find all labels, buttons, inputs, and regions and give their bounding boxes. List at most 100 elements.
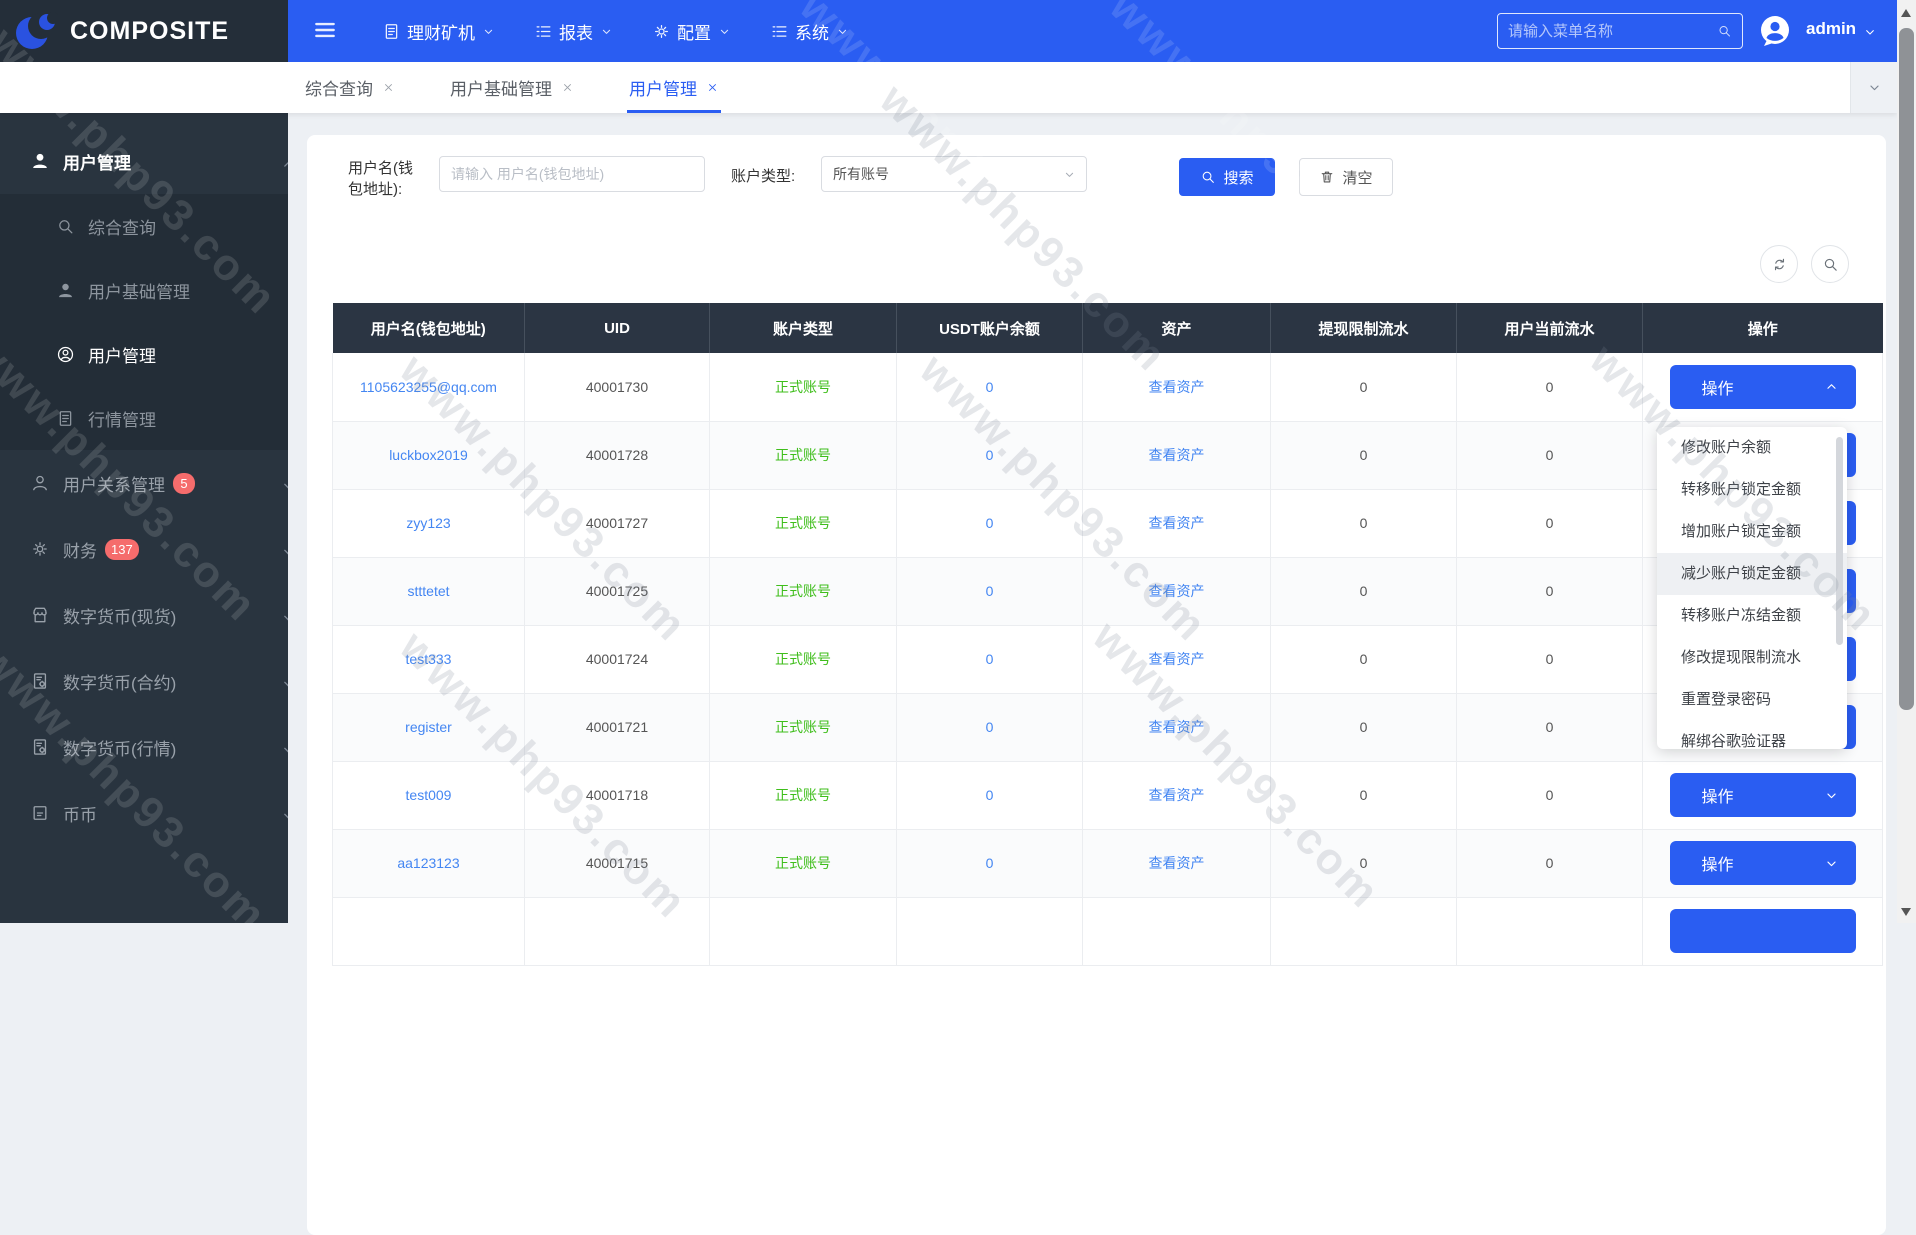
dropdown-item-6[interactable]: 重置登录密码	[1657, 679, 1847, 721]
uid-cell	[525, 897, 710, 965]
scrollbar-up-icon[interactable]	[1901, 9, 1911, 17]
topnav-item-3[interactable]: 系统	[770, 19, 850, 44]
column-header-2: 账户类型	[710, 303, 897, 353]
tab-1[interactable]: 用户基础管理	[450, 62, 574, 113]
search-icon[interactable]	[1717, 22, 1732, 40]
sidebar-subitem-1[interactable]: 用户基础管理	[0, 258, 288, 322]
user-circle-icon	[56, 345, 75, 364]
hamburger-icon[interactable]	[312, 17, 338, 43]
sidebar-item-3[interactable]: 财务 137	[0, 516, 288, 582]
account-type-select[interactable]: 所有账号	[821, 156, 1087, 192]
usdt-balance-link[interactable]: 0	[986, 719, 994, 735]
chevron-down-icon	[279, 806, 288, 826]
row-action-button[interactable]: 操作	[1670, 365, 1856, 409]
username-link[interactable]: register	[405, 719, 452, 735]
sidebar-item-4[interactable]: 数字货币(现货)	[0, 582, 288, 648]
username-link[interactable]: stttetet	[407, 583, 449, 599]
table-row	[333, 897, 1883, 965]
topnav-item-0[interactable]: 理财矿机	[382, 19, 496, 44]
dropdown-item-3[interactable]: 减少账户锁定金额	[1657, 553, 1847, 595]
account-type-cell: 正式账号	[775, 515, 831, 531]
username-link[interactable]: 1105623255@qq.com	[360, 379, 497, 395]
sidebar-subitem-label: 用户基础管理	[88, 278, 190, 303]
scrollbar-down-icon[interactable]	[1901, 908, 1911, 916]
dropdown-item-0[interactable]: 修改账户余额	[1657, 427, 1847, 469]
current-flow-cell: 0	[1457, 829, 1643, 897]
clear-button[interactable]: 清空	[1299, 158, 1393, 196]
usdt-balance-link[interactable]: 0	[986, 855, 994, 871]
close-icon[interactable]	[706, 81, 719, 94]
usdt-balance-link[interactable]: 0	[986, 583, 994, 599]
chevron-down-icon[interactable]	[1862, 24, 1878, 40]
refresh-button[interactable]	[1760, 245, 1798, 283]
menu-search-input[interactable]	[1498, 23, 1717, 40]
row-action-button[interactable]	[1670, 909, 1856, 953]
current-flow-cell: 0	[1457, 557, 1643, 625]
sidebar-subitem-2[interactable]: 用户管理	[0, 322, 288, 386]
table-row: aa123123 40001715 正式账号 0 查看资产 0 0 操作	[333, 829, 1883, 897]
sidebar-item-label: 财务	[63, 537, 97, 562]
username-filter-input[interactable]	[439, 156, 705, 192]
dropdown-item-7[interactable]: 解绑谷歌验证器	[1657, 721, 1847, 749]
close-icon[interactable]	[561, 81, 574, 94]
close-icon[interactable]	[382, 81, 395, 94]
withdraw-limit-cell: 0	[1271, 489, 1457, 557]
search-button[interactable]: 搜索	[1179, 158, 1275, 196]
sidebar-item-6[interactable]: 数字货币(行情)	[0, 714, 288, 780]
sidebar-item-label: 数字货币(现货)	[63, 603, 176, 628]
username-link[interactable]: test009	[406, 787, 452, 803]
view-assets-link[interactable]: 查看资产	[1149, 583, 1205, 599]
user-avatar[interactable]	[1757, 13, 1793, 49]
topnav-item-2[interactable]: 配置	[652, 19, 732, 44]
chevron-down-icon	[279, 674, 288, 694]
view-assets-link[interactable]: 查看资产	[1149, 719, 1205, 735]
sidebar-item-5[interactable]: 数字货币(合约)	[0, 648, 288, 714]
topnav-item-1[interactable]: 报表	[534, 19, 614, 44]
view-assets-link[interactable]: 查看资产	[1149, 379, 1205, 395]
dropdown-item-1[interactable]: 转移账户锁定金额	[1657, 469, 1847, 511]
view-assets-link[interactable]: 查看资产	[1149, 515, 1205, 531]
uid-cell: 40001721	[525, 693, 710, 761]
sidebar: 首页 用户管理 综合查询 用户基础管理 用户管理 行情	[0, 62, 288, 923]
dropdown-item-5[interactable]: 修改提现限制流水	[1657, 637, 1847, 679]
account-type-cell: 正式账号	[775, 583, 831, 599]
row-action-button[interactable]: 操作	[1670, 841, 1856, 885]
tab-overflow-button[interactable]	[1850, 62, 1897, 113]
withdraw-limit-cell: 0	[1271, 829, 1457, 897]
sidebar-item-7[interactable]: 币币	[0, 780, 288, 846]
row-action-button[interactable]: 操作	[1670, 773, 1856, 817]
column-search-button[interactable]	[1811, 245, 1849, 283]
sidebar-item-label: 用户管理	[63, 149, 131, 174]
sidebar-item-1[interactable]: 用户管理	[0, 128, 288, 194]
dropdown-item-2[interactable]: 增加账户锁定金额	[1657, 511, 1847, 553]
sidebar-subitem-0[interactable]: 综合查询	[0, 194, 288, 258]
username-link[interactable]: luckbox2019	[389, 447, 468, 463]
tab-2[interactable]: 用户管理	[629, 62, 719, 113]
chevron-down-icon	[717, 24, 732, 39]
sidebar-item-2[interactable]: 用户关系管理 5	[0, 450, 288, 516]
admin-username[interactable]: admin	[1806, 19, 1856, 39]
view-assets-link[interactable]: 查看资产	[1149, 651, 1205, 667]
tab-0[interactable]: 综合查询	[305, 62, 395, 113]
usdt-balance-link[interactable]: 0	[986, 379, 994, 395]
dropdown-item-4[interactable]: 转移账户冻结金额	[1657, 595, 1847, 637]
view-assets-link[interactable]: 查看资产	[1149, 855, 1205, 871]
table-body: 1105623255@qq.com 40001730 正式账号 0 查看资产 0…	[333, 353, 1883, 965]
user-solid-icon	[30, 151, 50, 171]
usdt-balance-link[interactable]: 0	[986, 787, 994, 803]
usdt-balance-link[interactable]: 0	[986, 515, 994, 531]
doc-icon	[382, 22, 401, 41]
username-link[interactable]: test333	[406, 651, 452, 667]
page-scrollbar-thumb[interactable]	[1899, 28, 1914, 710]
username-link[interactable]: aa123123	[397, 855, 459, 871]
view-assets-link[interactable]: 查看资产	[1149, 447, 1205, 463]
dropdown-scrollbar[interactable]	[1836, 437, 1843, 645]
view-assets-link[interactable]: 查看资产	[1149, 787, 1205, 803]
sidebar-subitem-3[interactable]: 行情管理	[0, 386, 288, 450]
chevron-down-icon	[599, 24, 614, 39]
usdt-balance-link[interactable]: 0	[986, 651, 994, 667]
page-scrollbar[interactable]	[1897, 0, 1916, 923]
usdt-balance-link[interactable]: 0	[986, 447, 994, 463]
chevron-down-icon	[279, 542, 288, 562]
username-link[interactable]: zyy123	[406, 515, 450, 531]
